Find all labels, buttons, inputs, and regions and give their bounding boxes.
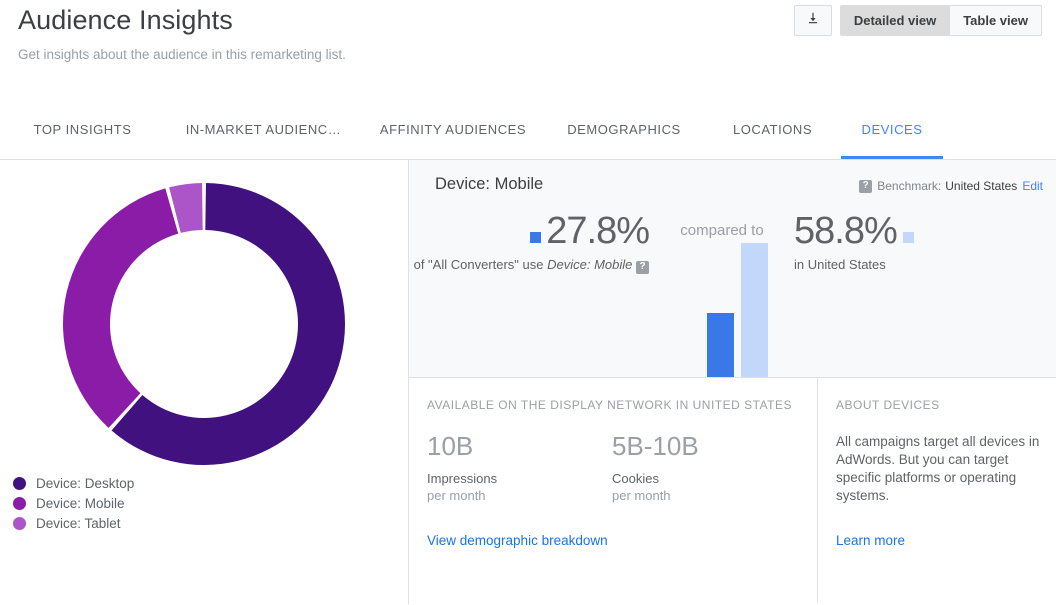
legend-label-mobile: Device: Mobile [36,496,125,511]
bar-primary [707,313,734,377]
bar-benchmark [741,243,768,377]
metric-impressions-unit: per month [427,488,612,503]
about-devices-panel: ABOUT DEVICES All campaigns target all d… [818,378,1056,603]
audience-insights-page: Audience Insights Get insights about the… [0,0,1056,605]
legend-swatch-desktop [13,477,26,490]
device-distribution-panel: Device: Desktop Device: Mobile Device: T… [0,160,409,604]
page-body: Device: Desktop Device: Mobile Device: T… [0,160,1056,604]
primary-stat-caption: of "All Converters" use Device: Mobile ? [409,256,649,274]
legend-item-tablet: Device: Tablet [13,513,134,533]
download-button[interactable] [794,5,832,36]
view-toggle-group: Detailed view Table view [840,5,1042,36]
device-donut-chart [61,181,347,467]
primary-stat-caption-emphasis: Device: Mobile [547,257,632,272]
metric-cookies-value: 5B-10B [612,433,797,459]
tab-in-market-audiences[interactable]: IN-MARKET AUDIENC… [165,112,362,159]
table-view-button[interactable]: Table view [949,5,1042,36]
legend-label-tablet: Device: Tablet [36,516,121,531]
primary-stat-swatch [530,232,541,243]
right-column: Device: Mobile ? Benchmark: United State… [409,160,1056,604]
donut-legend: Device: Desktop Device: Mobile Device: T… [13,473,134,533]
legend-swatch-mobile [13,497,26,510]
view-demographic-breakdown-link[interactable]: View demographic breakdown [427,533,608,548]
primary-stat-value: 27.8% [546,212,649,250]
display-network-heading: AVAILABLE ON THE DISPLAY NETWORK IN UNIT… [427,398,792,412]
detailed-view-button[interactable]: Detailed view [840,5,949,36]
info-row: AVAILABLE ON THE DISPLAY NETWORK IN UNIT… [409,378,1056,603]
benchmark-edit-link[interactable]: Edit [1022,179,1043,193]
benchmark-label: Benchmark: [877,179,941,193]
legend-label-desktop: Device: Desktop [36,476,134,491]
help-icon[interactable]: ? [636,261,649,274]
help-icon[interactable]: ? [859,180,872,193]
page-title: Audience Insights [18,5,233,36]
tab-bar: TOP INSIGHTS IN-MARKET AUDIENC… AFFINITY… [0,112,1056,159]
donut-segment[interactable] [63,188,178,427]
metric-cookies-label: Cookies [612,471,797,486]
metric-cookies: 5B-10B Cookies per month [612,433,797,503]
benchmark: ? Benchmark: United States Edit [859,179,1043,193]
tab-demographics[interactable]: DEMOGRAPHICS [544,112,704,159]
display-network-metrics: 10B Impressions per month 5B-10B Cookies… [427,433,797,503]
metric-cookies-unit: per month [612,488,797,503]
learn-more-link[interactable]: Learn more [836,533,905,548]
legend-item-mobile: Device: Mobile [13,493,134,513]
legend-item-desktop: Device: Desktop [13,473,134,493]
metric-impressions: 10B Impressions per month [427,433,612,503]
benchmark-value: United States [945,179,1017,193]
display-network-panel: AVAILABLE ON THE DISPLAY NETWORK IN UNIT… [409,378,818,603]
primary-stat: 27.8% of "All Converters" use Device: Mo… [409,212,649,274]
device-title: Device: Mobile [435,175,543,194]
benchmark-stat: 58.8% in United States [794,212,1034,273]
page-subtitle: Get insights about the audience in this … [18,47,346,62]
benchmark-stat-swatch [903,232,914,243]
primary-stat-caption-prefix: of "All Converters" use [414,257,548,272]
benchmark-stat-value: 58.8% [794,212,897,250]
tab-locations[interactable]: LOCATIONS [704,112,841,159]
comparison-bar-chart [691,217,781,377]
tab-devices[interactable]: DEVICES [841,112,943,159]
legend-swatch-tablet [13,517,26,530]
tab-top-insights[interactable]: TOP INSIGHTS [0,112,165,159]
about-devices-text: All campaigns target all devices in AdWo… [836,433,1041,505]
metric-impressions-value: 10B [427,433,612,459]
about-devices-heading: ABOUT DEVICES [836,398,940,412]
metric-impressions-label: Impressions [427,471,612,486]
download-icon [806,11,820,30]
benchmark-stat-caption: in United States [794,256,1034,273]
header-actions: Detailed view Table view [794,5,1042,36]
benchmark-comparison-panel: Device: Mobile ? Benchmark: United State… [409,160,1056,378]
page-header: Audience Insights Get insights about the… [0,0,1056,160]
tab-affinity-audiences[interactable]: AFFINITY AUDIENCES [362,112,544,159]
